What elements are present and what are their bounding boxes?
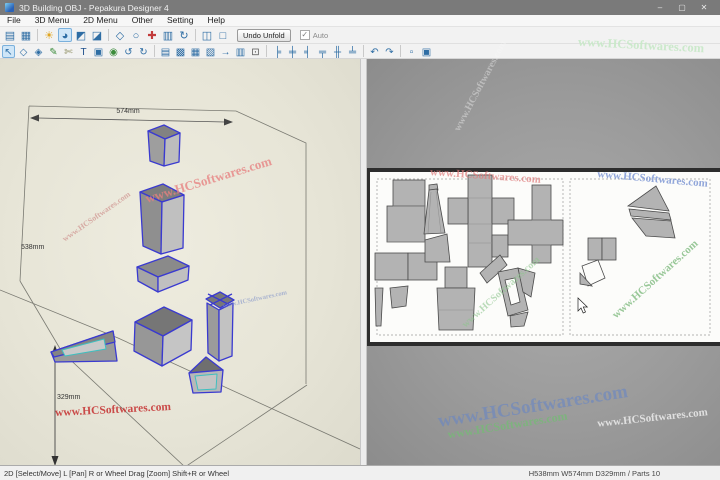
- save-file-icon[interactable]: ▦: [19, 28, 33, 42]
- menu-help[interactable]: Help: [200, 15, 231, 26]
- auto-unfold-option: ✓ Auto: [299, 30, 329, 40]
- toggle-light-icon[interactable]: ☀: [42, 28, 56, 42]
- dimension-depth-label: 329mm: [57, 394, 81, 401]
- show-flaps-icon[interactable]: ▩: [174, 45, 187, 58]
- arrange-parts-icon[interactable]: ▦: [189, 45, 202, 58]
- select-move-icon[interactable]: ↖: [2, 44, 15, 58]
- layout-2d-only-icon[interactable]: □: [216, 28, 230, 42]
- toolbar-2d-icons: ↖ ◇ ◈ ✎ ✄ T ▣ ◉ ↺ ↻ ▤ ▩ ▦ ▧ → ▥ ⊡ ╞ ╪ ╡ ╤ ╫ ╧ ↶ ↷ ▫ ▣: [1, 44, 434, 58]
- open-file-icon[interactable]: ▤: [3, 28, 17, 42]
- bounding-box-wireframe: [0, 105, 360, 465]
- minimize-button[interactable]: –: [649, 0, 671, 15]
- window-title: 3D Building OBJ - Pepakura Designer 4: [19, 2, 169, 13]
- pick-part-through-icon[interactable]: ◪: [90, 28, 104, 42]
- menu-other[interactable]: Other: [125, 15, 160, 26]
- align-bottom-icon[interactable]: ╧: [346, 45, 359, 58]
- unfold-2d-canvas[interactable]: [367, 59, 720, 465]
- toolbar-top: ▤ ▦ ☀ ◕ ◩ ◪ ◇ ○ ✚ ▥ ↻ ◫ □ Undo Unfold ✓ Auto: [0, 27, 720, 44]
- show-axes-icon[interactable]: ✚: [145, 28, 159, 42]
- check-fold-icon[interactable]: ▤: [159, 45, 172, 58]
- status-bar: 2D [Select/Move] L [Pan] R or Wheel Drag…: [0, 465, 720, 480]
- viewport-3d[interactable]: 574mm 538mm 329mm: [0, 59, 360, 465]
- dimension-width: 574mm: [30, 108, 233, 126]
- align-center-v-icon[interactable]: ╫: [331, 45, 344, 58]
- texture-settings-icon[interactable]: ◉: [107, 45, 120, 58]
- select-all-parts-icon[interactable]: ▣: [420, 45, 433, 58]
- align-right-icon[interactable]: ╡: [301, 45, 314, 58]
- layout-3d-2d-icon[interactable]: ◫: [200, 28, 214, 42]
- add-page-icon[interactable]: ▧: [204, 45, 217, 58]
- join-divide-icon[interactable]: ◈: [32, 45, 45, 58]
- dimension-depth: 329mm: [51, 345, 81, 465]
- align-center-h-icon[interactable]: ╪: [286, 45, 299, 58]
- toolbar-separator: [266, 45, 267, 57]
- rotate-model-icon[interactable]: ↻: [177, 28, 191, 42]
- view-cylinder-icon[interactable]: ○: [129, 28, 143, 42]
- statusbar-hint: 2D [Select/Move] L [Pan] R or Wheel Drag…: [4, 468, 230, 478]
- maximize-button[interactable]: ▢: [671, 0, 693, 15]
- toolbar-separator: [400, 45, 401, 57]
- toolbar-separator: [108, 29, 109, 41]
- part-slab[interactable]: [136, 255, 190, 293]
- model-3d-canvas[interactable]: 574mm 538mm 329mm: [0, 59, 360, 465]
- pick-part-front-icon[interactable]: ◩: [74, 28, 88, 42]
- toolbar-separator: [37, 29, 38, 41]
- page-setup-icon[interactable]: ▥: [234, 45, 247, 58]
- toolbar-top-icons: ▤ ▦ ☀ ◕ ◩ ◪ ◇ ○ ✚ ▥ ↻ ◫ □: [2, 28, 231, 42]
- rotate-view-icon[interactable]: ◕: [58, 28, 72, 42]
- auto-checkbox[interactable]: ✓: [299, 30, 310, 40]
- print-icon[interactable]: ⊡: [249, 45, 262, 58]
- viewport-2d[interactable]: [367, 59, 720, 465]
- menu-file[interactable]: File: [0, 15, 28, 26]
- main-area: 574mm 538mm 329mm: [0, 59, 720, 465]
- auto-checkbox-label: Auto: [312, 30, 329, 40]
- part-box-tall[interactable]: [139, 183, 185, 255]
- insert-image-icon[interactable]: ▣: [92, 45, 105, 58]
- undo-icon[interactable]: ↺: [122, 45, 135, 58]
- toolbar-separator: [195, 29, 196, 41]
- mirror-model-icon[interactable]: ▥: [161, 28, 175, 42]
- application-window: 3D Building OBJ - Pepakura Designer 4 – …: [0, 0, 720, 480]
- menu-3d-menu[interactable]: 3D Menu: [28, 15, 77, 26]
- menubar-items: File 3D Menu 2D Menu Other Setting Help: [0, 15, 720, 27]
- part-cube-small[interactable]: [147, 124, 181, 167]
- dimension-height-label: 538mm: [21, 244, 45, 251]
- align-left-icon[interactable]: ╞: [271, 45, 284, 58]
- menu-2d-menu[interactable]: 2D Menu: [76, 15, 125, 26]
- view-cube-icon[interactable]: ◇: [113, 28, 127, 42]
- undo-unfold-button[interactable]: Undo Unfold: [237, 28, 291, 42]
- rotate-part-left-icon[interactable]: ↶: [368, 45, 381, 58]
- insert-text-icon[interactable]: T: [77, 45, 90, 58]
- dimension-width-label: 574mm: [116, 108, 140, 115]
- app-icon: [5, 3, 14, 12]
- toolbar-separator: [363, 45, 364, 57]
- close-button[interactable]: ✕: [693, 0, 715, 15]
- toolbar-2d: ↖ ◇ ◈ ✎ ✄ T ▣ ◉ ↺ ↻ ▤ ▩ ▦ ▧ → ▥ ⊡ ╞ ╪ ╡ ╤ ╫ ╧ ↶ ↷ ▫ ▣: [0, 44, 720, 59]
- dimension-height: 538mm: [21, 244, 45, 251]
- redo-icon[interactable]: ↻: [137, 45, 150, 58]
- part-prism-vertical[interactable]: [205, 291, 235, 362]
- edit-outline-icon[interactable]: ◇: [17, 45, 30, 58]
- statusbar-dimensions: H538mm W574mm D329mm / Parts 10: [528, 468, 660, 478]
- erase-line-icon[interactable]: ✄: [62, 45, 75, 58]
- toolbar-separator: [154, 45, 155, 57]
- title-bar: 3D Building OBJ - Pepakura Designer 4 – …: [0, 0, 720, 15]
- part-pyramid[interactable]: [188, 356, 224, 394]
- part-cube-big[interactable]: [133, 306, 193, 367]
- rotate-part-right-icon[interactable]: ↷: [383, 45, 396, 58]
- pane-splitter[interactable]: [360, 59, 367, 465]
- select-region-icon[interactable]: ▫: [405, 45, 418, 58]
- part-wedge[interactable]: [50, 330, 118, 363]
- menu-setting[interactable]: Setting: [160, 15, 200, 26]
- draw-line-icon[interactable]: ✎: [47, 45, 60, 58]
- move-part-to-page-icon[interactable]: →: [219, 45, 232, 58]
- align-top-icon[interactable]: ╤: [316, 45, 329, 58]
